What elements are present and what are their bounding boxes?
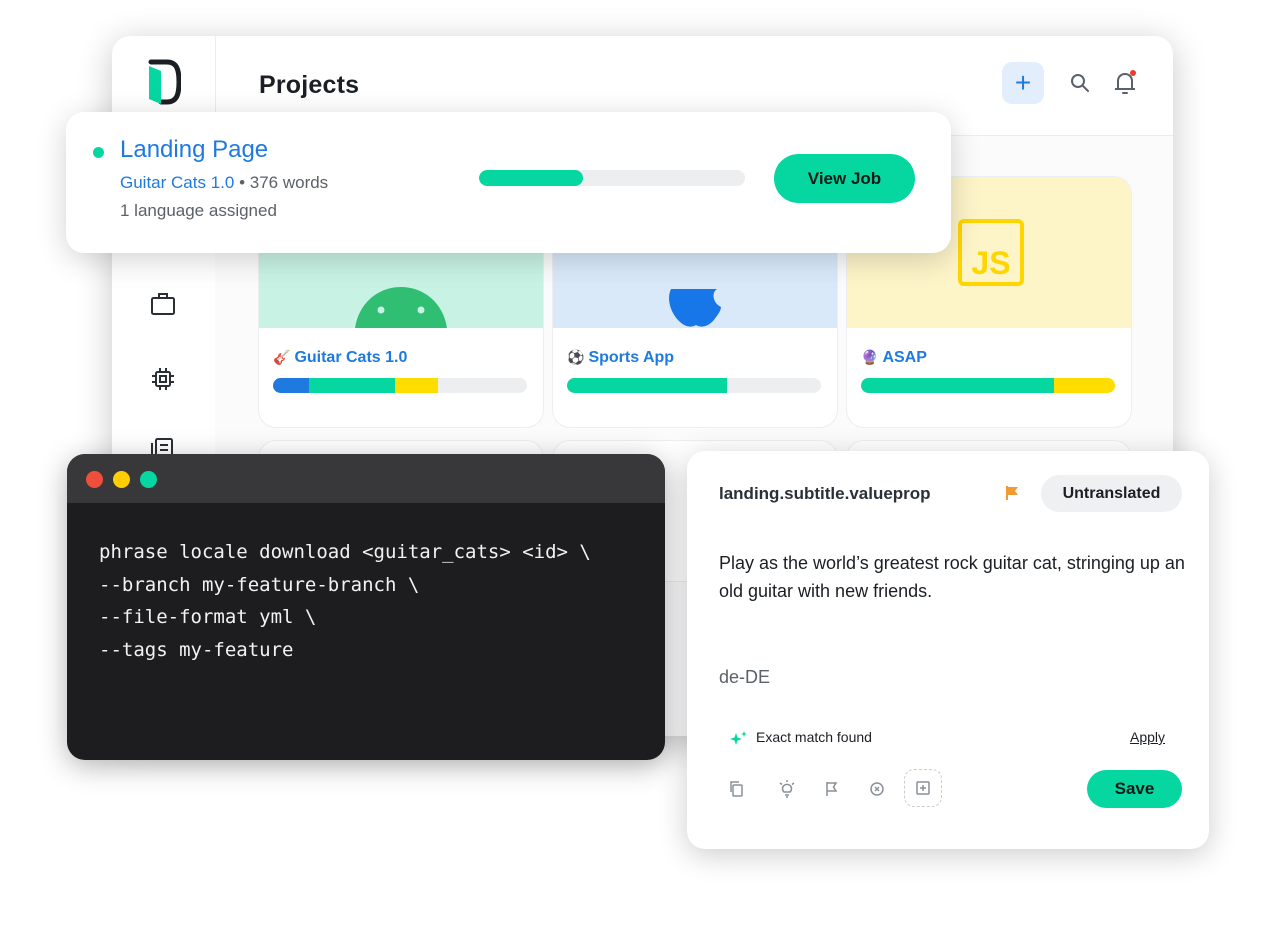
view-job-button[interactable]: View Job bbox=[774, 154, 915, 203]
progress-segment bbox=[1054, 378, 1115, 393]
translation-key: landing.subtitle.valueprop bbox=[719, 484, 931, 503]
project-name[interactable]: 🔮 ASAP bbox=[861, 349, 927, 367]
code-line: phrase locale download <guitar_cats> <id… bbox=[99, 541, 591, 563]
add-box-button[interactable] bbox=[904, 769, 942, 807]
translation-editor: landing.subtitle.valueprop Untranslated … bbox=[687, 451, 1209, 849]
word-count: 376 words bbox=[249, 173, 329, 192]
terminal-code[interactable]: phrase locale download <guitar_cats> <id… bbox=[99, 536, 591, 666]
terminal-window: phrase locale download <guitar_cats> <id… bbox=[67, 454, 665, 760]
search-icon[interactable] bbox=[1069, 72, 1091, 94]
flag-icon[interactable] bbox=[1005, 485, 1021, 501]
languages-assigned: 1 language assigned bbox=[120, 201, 277, 220]
guitar-icon: 🎸 bbox=[273, 349, 291, 365]
clear-icon[interactable] bbox=[867, 779, 887, 799]
progress-segment bbox=[308, 378, 395, 393]
job-project-link[interactable]: Guitar Cats 1.0 bbox=[120, 173, 234, 192]
crystal-ball-icon: 🔮 bbox=[861, 349, 879, 365]
page-title: Projects bbox=[259, 71, 360, 99]
briefcase-icon[interactable] bbox=[149, 290, 177, 318]
apply-link[interactable]: Apply bbox=[1130, 729, 1165, 745]
chip-icon[interactable] bbox=[149, 365, 177, 393]
progress-segment bbox=[861, 378, 1055, 393]
add-button[interactable]: + bbox=[1002, 62, 1044, 104]
android-icon bbox=[355, 287, 447, 328]
svg-text:JS: JS bbox=[971, 245, 1010, 281]
progress-bar bbox=[861, 378, 1115, 393]
job-title[interactable]: Landing Page bbox=[120, 136, 268, 164]
close-dot[interactable] bbox=[86, 471, 103, 488]
match-status: Exact match found bbox=[756, 729, 872, 745]
progress-bar bbox=[567, 378, 821, 393]
progress-segment bbox=[394, 378, 439, 393]
maximize-dot[interactable] bbox=[140, 471, 157, 488]
job-progress-bar bbox=[479, 170, 745, 186]
soccer-ball-icon: ⚽ bbox=[567, 349, 585, 365]
terminal-titlebar bbox=[67, 454, 665, 503]
minimize-dot[interactable] bbox=[113, 471, 130, 488]
status-badge: Untranslated bbox=[1041, 475, 1182, 512]
lightbulb-icon[interactable] bbox=[777, 779, 797, 799]
target-locale[interactable]: de-DE bbox=[719, 667, 770, 688]
flag-outline-icon[interactable] bbox=[822, 779, 842, 799]
job-card: Landing Page Guitar Cats 1.0 • 376 words… bbox=[66, 112, 951, 253]
add-box-icon bbox=[916, 781, 930, 795]
bell-icon[interactable] bbox=[1112, 69, 1138, 97]
source-text: Play as the world’s greatest rock guitar… bbox=[719, 553, 1185, 601]
sparkle-icon bbox=[730, 731, 747, 745]
apple-icon bbox=[669, 289, 721, 327]
status-dot bbox=[93, 147, 104, 158]
code-line: --file-format yml \ bbox=[99, 606, 317, 628]
project-name[interactable]: ⚽ Sports App bbox=[567, 349, 674, 367]
job-progress-fill bbox=[479, 170, 583, 186]
meta-separator: • bbox=[239, 173, 246, 192]
code-line: --branch my-feature-branch \ bbox=[99, 573, 420, 596]
plus-icon: + bbox=[1014, 67, 1032, 98]
progress-bar bbox=[273, 378, 527, 393]
project-name[interactable]: 🎸 Guitar Cats 1.0 bbox=[273, 349, 407, 367]
js-icon: JS bbox=[958, 219, 1024, 286]
code-line: --tags my-feature bbox=[99, 638, 294, 661]
job-meta: Guitar Cats 1.0 • 376 words bbox=[120, 173, 328, 193]
progress-segment bbox=[273, 378, 309, 393]
logo-icon[interactable] bbox=[147, 58, 181, 106]
save-button[interactable]: Save bbox=[1087, 770, 1182, 808]
progress-segment bbox=[567, 378, 728, 393]
copy-icon[interactable] bbox=[727, 779, 747, 799]
